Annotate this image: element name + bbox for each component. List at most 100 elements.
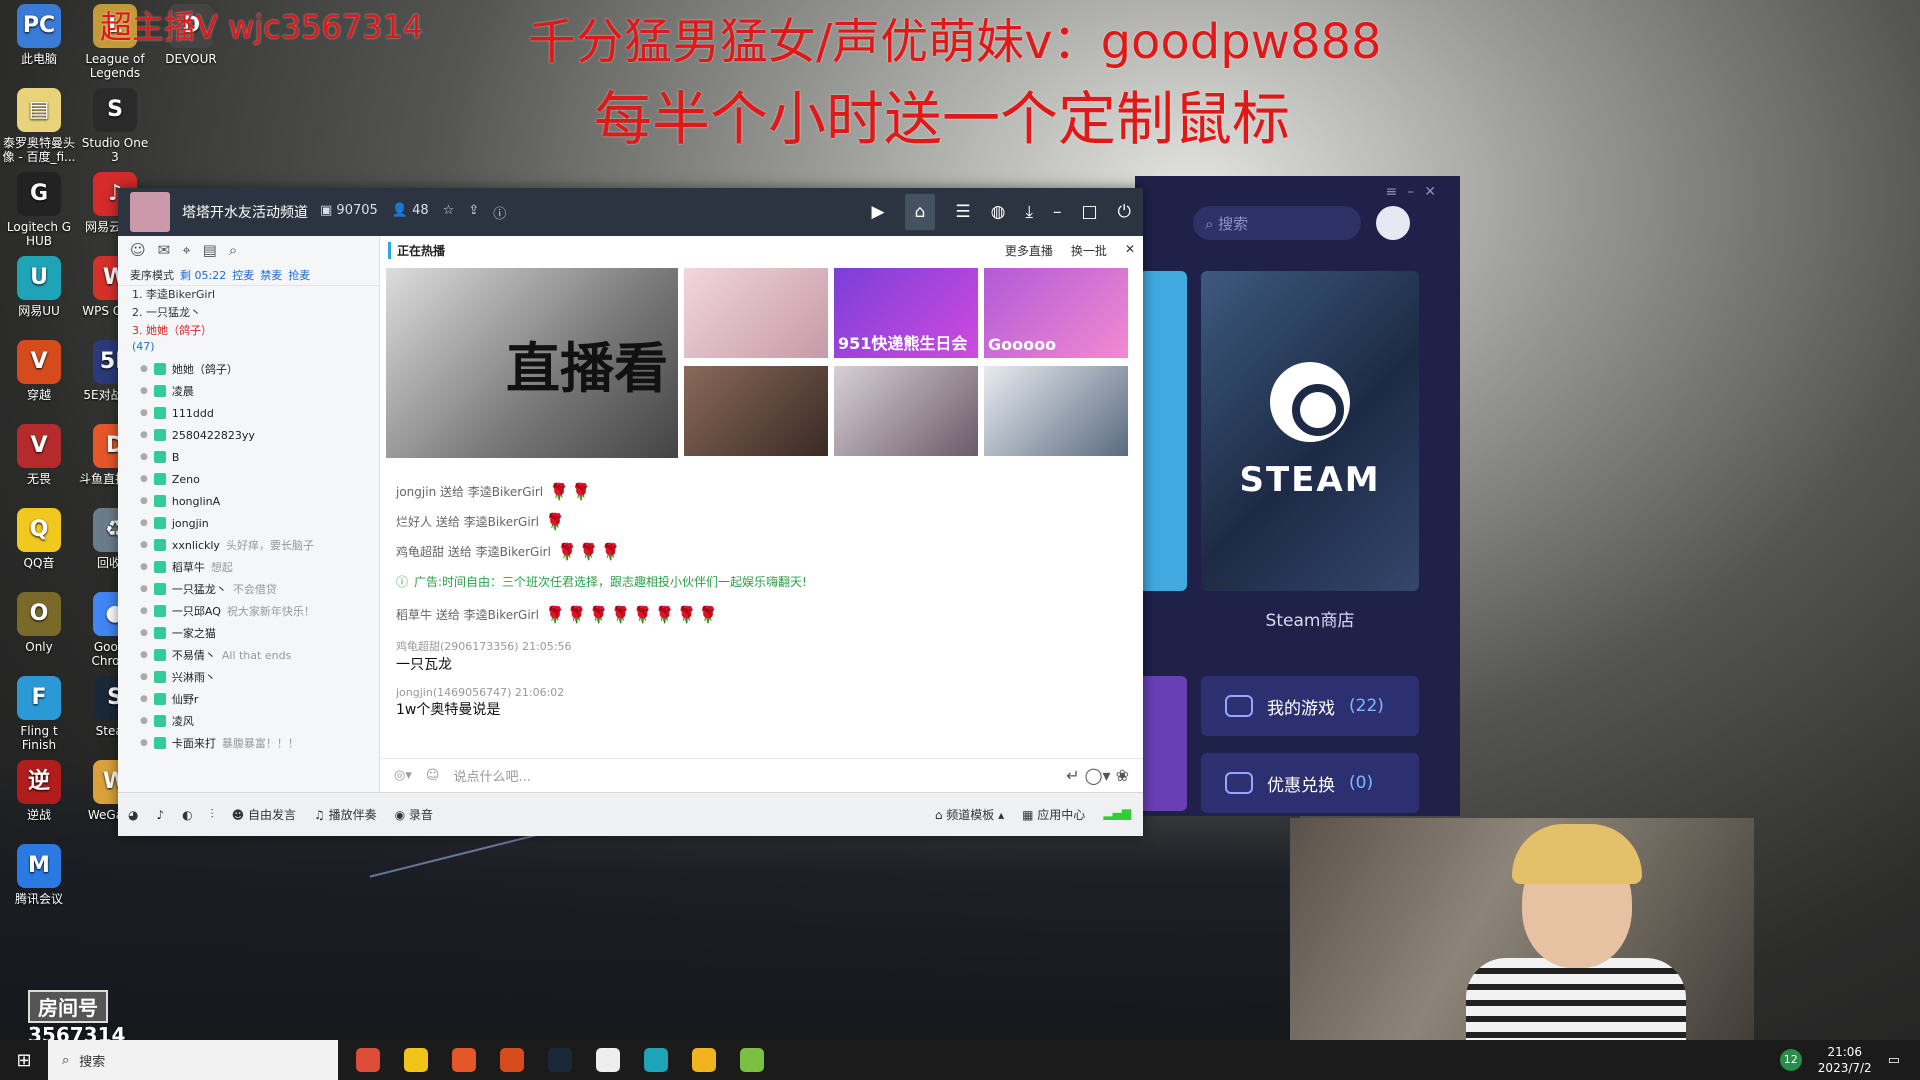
launcher-search-input[interactable]: ⌕ 搜索 [1193,206,1361,240]
redeem-button[interactable]: 优惠兑换 (0) [1201,753,1419,813]
notes-icon[interactable]: ▤ [203,241,217,259]
record-button[interactable]: ◉ 录音 [395,806,433,823]
more-streams-link[interactable]: 更多直播 [1005,242,1053,259]
member-row[interactable]: ● 111ddd [118,402,379,424]
taskbar-app-icon[interactable] [404,1048,428,1072]
desktop-icon[interactable]: G Logitech G HUB [2,172,76,248]
desktop-icon[interactable]: M 腾讯会议 [2,844,76,906]
grab-mic-link[interactable]: 抢麦 [288,267,310,283]
member-row[interactable]: ● 兴淋雨丶 [118,666,379,688]
taskbar-app-icon[interactable] [452,1048,476,1072]
taskbar-search[interactable]: ⌕ 搜索 [48,1040,338,1080]
queue-item[interactable]: 3. 她她（鸽子） [118,322,379,340]
chat-log[interactable]: jongjin 送给 李逵BikerGirl 🌹🌹 烂好人 送给 李逵BikerG… [380,468,1143,758]
taskbar-app-icon[interactable] [740,1048,764,1072]
taskbar-app-icon[interactable] [644,1048,668,1072]
stream-thumbnail[interactable]: 951快递熊生日会 [834,268,978,358]
speaker-icon[interactable]: ♪ [156,808,164,822]
desktop-icon[interactable]: V 穿越 [2,340,76,402]
list-icon[interactable]: ☰ [955,202,970,222]
chat-input[interactable]: 说点什么吧... [453,766,530,785]
desktop-icon[interactable]: F Fling t Finish [2,676,76,752]
channel-template-button[interactable]: ⌂ 频道模板 ▴ [935,806,1004,823]
sticker-icon[interactable]: ☺ [426,768,440,783]
member-row[interactable]: ● 2580422823yy [118,424,379,446]
power-icon[interactable]: ⏻ [1118,202,1131,222]
taskbar-clock[interactable]: 21:06 2023/7/2 [1818,1044,1872,1076]
chat-icon[interactable]: ✉ [158,241,171,259]
taskbar-app-icon[interactable] [548,1048,572,1072]
member-row[interactable]: ● xxnlickly 头好痒，要长脑子 [118,534,379,556]
stream-thumbnail[interactable] [834,366,978,456]
channel-avatar[interactable] [130,192,170,232]
stream-thumbnail[interactable] [684,366,828,456]
member-row[interactable]: ● jongjin [118,512,379,534]
control-mic-link[interactable]: 控麦 [232,267,254,283]
action-center-icon[interactable]: ▭ [1888,1053,1900,1068]
mic-icon[interactable]: ◐ [182,808,192,822]
favorite-icon[interactable]: ☆ [443,203,455,222]
desktop-icon[interactable]: O Only [2,592,76,654]
location-icon[interactable]: ⌖ [182,241,190,259]
free-speech-button[interactable]: ☻ 自由发言 [232,806,296,823]
stream-thumbnail[interactable] [684,268,828,358]
launcher-avatar[interactable] [1376,206,1410,240]
stream-thumbnail[interactable] [984,366,1128,456]
queue-item[interactable]: 2. 一只猛龙丶 [118,304,379,322]
play-music-button[interactable]: ♫ 播放伴奏 [314,806,377,823]
member-row[interactable]: ● 凌风 [118,710,379,732]
taskbar-app-icon[interactable] [500,1048,524,1072]
taskbar-app-icon[interactable] [356,1048,380,1072]
member-row[interactable]: ● B [118,446,379,468]
launcher-window-controls[interactable]: ≡–✕ [1386,184,1446,200]
member-row[interactable]: ● Zeno [118,468,379,490]
mic-mode-label[interactable]: 麦序模式 [130,267,174,283]
queue-item[interactable]: 1. 李逵BikerGirl [118,286,379,304]
mixer-icon[interactable]: ⫶ [211,807,214,822]
send-icon[interactable]: ↵ ◯▾ ❀ [1066,766,1129,785]
desktop-icon[interactable]: Q QQ音 [2,508,76,570]
app-center-button[interactable]: ▦ 应用中心 [1022,806,1085,823]
role-badge-icon [153,693,166,705]
desktop-icon[interactable]: ▤ 泰罗奥特曼头像 - 百度_fi... [2,88,76,164]
mascot-icon[interactable]: ◕ [128,808,138,822]
search-icon[interactable]: ⌕ [229,241,237,259]
member-row[interactable]: ● 一只猛龙丶 不会借贷 [118,578,379,600]
user-icon[interactable]: ☺ [130,241,146,259]
desktop-icon[interactable]: PC 此电脑 [2,4,76,66]
my-games-button[interactable]: 我的游戏 (22) [1201,676,1419,736]
member-row[interactable]: ● 一只邱AQ 祝大家新年快乐！ [118,600,379,622]
member-row[interactable]: ● 凌晨 [118,380,379,402]
member-row[interactable]: ● 她她（鸽子） [118,358,379,380]
info-icon[interactable]: ⓘ [493,203,506,222]
share-icon[interactable]: ⇪ [468,203,479,222]
desktop-icon[interactable]: S Studio One 3 [78,88,152,164]
member-row[interactable]: ● 仙野r [118,688,379,710]
emoji-gamepad-icon[interactable]: ◎▾ [394,768,412,783]
desktop-icon[interactable]: U 网易UU [2,256,76,318]
taskbar-app-icon[interactable] [692,1048,716,1072]
member-row[interactable]: ● 卡面来打 暴腹暴富！！！ [118,732,379,754]
home-icon[interactable]: ⌂ [904,194,936,230]
stream-thumbnail-featured[interactable]: 直播看 [386,268,678,458]
refresh-streams-link[interactable]: 换一批 [1071,242,1107,259]
desktop-icon[interactable]: 逆逆战 [2,760,76,822]
windows-start-icon[interactable]: ⊞ [0,1050,48,1071]
member-row[interactable]: ● 稻草牛 想起 [118,556,379,578]
notification-count[interactable]: 12 [1779,1049,1802,1071]
minimize-icon[interactable]: – [1053,202,1062,222]
download-icon[interactable]: ⤓ [1025,202,1033,222]
member-row[interactable]: ● 一家之猫 [118,622,379,644]
game-icon[interactable]: ◍ [991,202,1006,222]
member-row[interactable]: ● 不易倩丶 All that ends [118,644,379,666]
video-icon[interactable]: ▶ [872,202,885,222]
member-row[interactable]: ● honglinA [118,490,379,512]
desktop-icon[interactable]: V 无畏 [2,424,76,486]
stream-thumbnail[interactable]: Gooooo [984,268,1128,358]
ban-mic-link[interactable]: 禁麦 [260,267,282,283]
steam-store-tile[interactable]: STEAM [1201,271,1419,591]
maximize-icon[interactable]: □ [1081,202,1097,222]
taskbar-app-icon[interactable] [596,1048,620,1072]
member-group-count[interactable]: (47) [118,340,379,358]
close-icon[interactable]: ✕ [1125,242,1135,259]
